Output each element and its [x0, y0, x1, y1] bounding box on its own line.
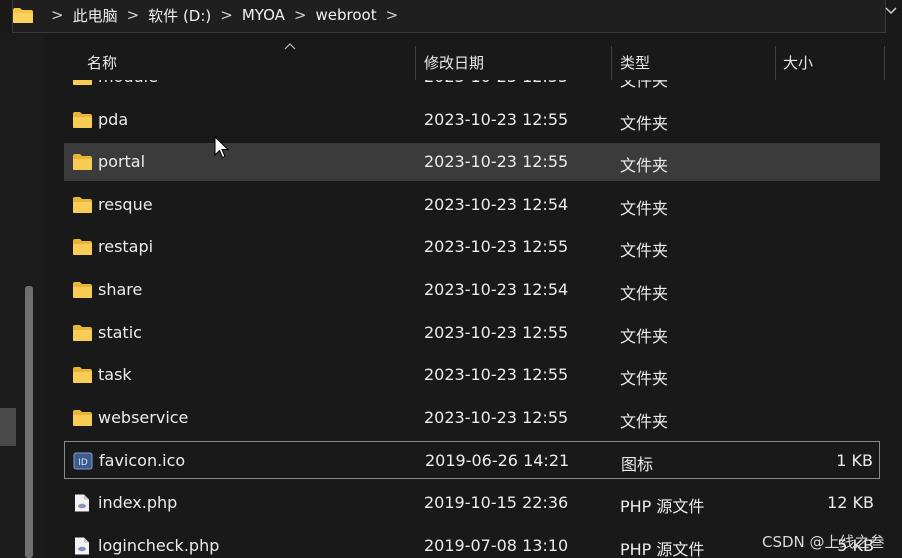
file-modified-date: 2023-10-23 12:54 [424, 194, 569, 214]
folder-icon [73, 111, 92, 128]
file-row[interactable]: webservice 2023-10-23 12:55 文件夹 [64, 399, 880, 437]
file-list: module 2023-10-23 12:55 文件夹 pda 2023-10-23 1… [64, 80, 880, 558]
breadcrumb-separator[interactable]: > [386, 6, 399, 24]
file-modified-date: 2023-10-23 12:54 [424, 280, 569, 299]
file-row[interactable]: ID favicon.ico 2019-06-26 14:21 图标 1 KB [64, 441, 880, 480]
file-row[interactable]: share 2023-10-23 12:54 文件夹 [64, 271, 880, 309]
file-name: logincheck.php [98, 535, 220, 555]
folder-icon [73, 196, 92, 213]
breadcrumb-webroot[interactable]: webroot [316, 6, 377, 24]
file-row[interactable]: module 2023-10-23 12:55 文件夹 [64, 80, 880, 96]
breadcrumb-this-pc[interactable]: 此电脑 [73, 5, 118, 26]
file-row[interactable]: index.php 2019-10-15 22:36 PHP 源文件 12 KB [64, 484, 880, 522]
file-modified-date: 2023-10-23 12:55 [424, 109, 569, 129]
column-divider[interactable] [884, 46, 885, 80]
php-file-icon [75, 537, 89, 555]
file-name: index.php [98, 493, 178, 512]
sort-ascending-icon [284, 43, 296, 50]
breadcrumb-separator: > [293, 6, 307, 24]
php-file-icon [75, 494, 89, 512]
file-type: 文件夹 [620, 284, 669, 303]
file-name: module [98, 80, 158, 86]
file-type: 文件夹 [620, 156, 669, 176]
file-modified-date: 2019-06-26 14:21 [425, 451, 570, 471]
file-modified-date: 2023-10-23 12:55 [424, 407, 569, 427]
chevron-down-icon[interactable] [884, 4, 898, 18]
breadcrumb-separator: > [126, 6, 140, 24]
column-header-date[interactable]: 修改日期 [424, 52, 484, 73]
file-row[interactable]: pda 2023-10-23 12:55 文件夹 [64, 101, 880, 139]
breadcrumb-separator: > [51, 6, 64, 24]
file-type: 文件夹 [620, 80, 669, 90]
column-divider[interactable] [775, 46, 776, 80]
file-name: portal [98, 152, 146, 172]
column-divider[interactable] [611, 46, 612, 80]
file-modified-date: 2023-10-23 12:55 [424, 322, 569, 342]
folder-icon [73, 80, 92, 85]
file-row[interactable]: static 2023-10-23 12:55 文件夹 [64, 314, 880, 352]
file-type: 文件夹 [620, 326, 669, 346]
navigation-pane [0, 34, 44, 558]
file-type: 文件夹 [620, 113, 669, 133]
watermark: CSDN @上线之叁 [762, 533, 885, 551]
breadcrumb-drive-d[interactable]: 软件 (D:) [148, 5, 211, 26]
file-name: share [98, 280, 143, 299]
ico-file-icon: ID [73, 452, 93, 470]
file-modified-date: 2019-07-08 13:10 [424, 535, 569, 555]
file-row[interactable]: resque 2023-10-23 12:54 文件夹 [64, 186, 880, 224]
file-row[interactable]: task 2023-10-23 12:55 文件夹 [64, 356, 880, 394]
breadcrumb: > 此电脑 > 软件 (D:) > MYOA > webroot > [12, 2, 407, 28]
file-type: 文件夹 [620, 369, 669, 389]
breadcrumb-separator: > [220, 6, 233, 24]
breadcrumb-myoa[interactable]: MYOA [242, 6, 285, 24]
file-name: static [98, 322, 142, 342]
file-modified-date: 2023-10-23 12:55 [424, 152, 569, 172]
file-name: webservice [98, 407, 189, 427]
column-header-bar: 名称 修改日期 类型 大小 [44, 42, 902, 80]
file-name: resque [98, 194, 153, 214]
file-type: PHP 源文件 [620, 497, 705, 516]
navigation-pane-scrollbar[interactable] [25, 286, 33, 558]
column-header-type[interactable]: 类型 [620, 52, 650, 73]
mouse-cursor-icon [214, 136, 230, 159]
file-size: 12 KB [827, 493, 874, 512]
folder-icon [73, 367, 92, 384]
file-name: favicon.ico [99, 451, 186, 471]
file-type: 文件夹 [620, 198, 669, 218]
column-divider[interactable] [415, 46, 416, 80]
file-type: 图标 [621, 455, 654, 475]
navigation-pane-selected-item[interactable] [0, 408, 16, 446]
file-name: restapi [98, 237, 154, 257]
folder-icon [73, 282, 92, 298]
file-modified-date: 2019-10-15 22:36 [424, 493, 569, 512]
column-header-name[interactable]: 名称 [87, 52, 117, 73]
file-modified-date: 2023-10-23 12:55 [424, 80, 568, 86]
folder-icon [13, 7, 33, 23]
file-type: PHP 源文件 [620, 539, 705, 558]
file-row[interactable]: portal 2023-10-23 12:55 文件夹 [64, 143, 880, 182]
folder-icon [73, 239, 92, 256]
file-name: task [98, 365, 132, 385]
column-header-size[interactable]: 大小 [783, 52, 813, 73]
file-modified-date: 2023-10-23 12:55 [424, 237, 569, 257]
folder-icon [73, 324, 92, 341]
svg-text:ID: ID [78, 458, 88, 468]
file-modified-date: 2023-10-23 12:55 [424, 365, 569, 385]
file-row[interactable]: logincheck.php 2019-07-08 13:10 PHP 源文件 5 K… [64, 527, 880, 558]
folder-icon [73, 154, 92, 171]
file-type: 文件夹 [620, 411, 669, 431]
file-row[interactable]: restapi 2023-10-23 12:55 文件夹 [64, 228, 880, 266]
file-type: 文件夹 [620, 241, 669, 261]
file-name: pda [98, 109, 129, 129]
folder-icon [73, 409, 92, 426]
file-size: 1 KB [836, 451, 873, 471]
